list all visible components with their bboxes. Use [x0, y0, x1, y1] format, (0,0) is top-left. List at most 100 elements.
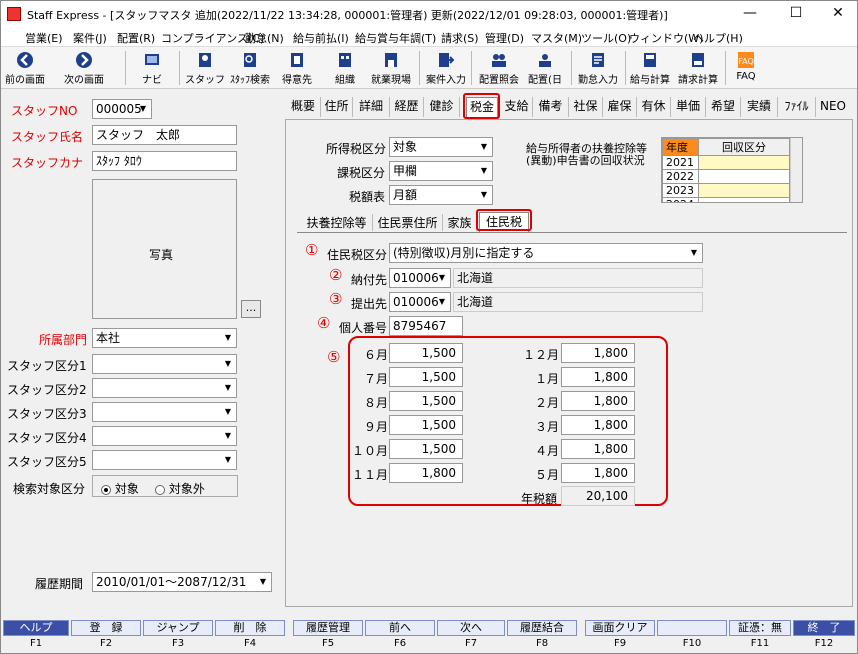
f9-clear-button[interactable]: 画面クリア: [585, 620, 655, 636]
tax-table-label: 税額表: [349, 190, 386, 204]
maximize-button[interactable]: ☐: [775, 1, 817, 27]
payroll-button[interactable]: 給与計算: [627, 49, 673, 87]
search-target-radio-on[interactable]: 対象: [101, 480, 139, 497]
tab-jusho[interactable]: 住所: [321, 97, 353, 117]
navi-button[interactable]: ナビ: [133, 49, 171, 87]
f8-merge-button[interactable]: 履歴結合: [507, 620, 577, 636]
tab-keireki[interactable]: 経歴: [390, 97, 424, 117]
month-amount-input[interactable]: 1,800: [561, 367, 635, 387]
f10-button[interactable]: [657, 620, 727, 636]
photo-browse-button[interactable]: ...: [241, 300, 261, 318]
subtab-kazoku[interactable]: 家族: [443, 214, 477, 231]
staff-button[interactable]: スタッフ: [185, 49, 225, 87]
month-amount-input[interactable]: 1,800: [561, 463, 635, 483]
next-screen-button[interactable]: 次の画面: [59, 49, 109, 87]
subtab-juminhyo[interactable]: 住民票住所: [373, 214, 443, 231]
f11-evidence-button[interactable]: 証憑：無: [729, 620, 791, 636]
staff-kubun2-select[interactable]: ▼: [92, 378, 237, 398]
f4-delete-button[interactable]: 削 除: [215, 620, 285, 636]
menu-kanri[interactable]: 管理(D): [485, 30, 524, 46]
tax-class-select[interactable]: 甲欄 ▼: [389, 161, 493, 181]
month-amount-input[interactable]: 1,800: [561, 439, 635, 459]
assign-view-button[interactable]: 配置照会: [475, 49, 523, 87]
menu-master[interactable]: マスタ(M): [531, 30, 582, 46]
mynumber-input[interactable]: 8795467: [389, 316, 463, 336]
staff-kubun1-select[interactable]: ▼: [92, 354, 237, 374]
dept-select[interactable]: 本社 ▼: [92, 328, 237, 348]
staff-no-select[interactable]: 000005 ▼: [92, 99, 152, 119]
tab-kibo[interactable]: 希望: [706, 97, 741, 117]
staff-kubun5-select[interactable]: ▼: [92, 450, 237, 470]
menu-haichi[interactable]: 配置(R): [117, 30, 155, 46]
f2-register-button[interactable]: 登 録: [71, 620, 141, 636]
juminzei-kubun-select[interactable]: (特別徴収)月別に指定する ▼: [389, 243, 703, 263]
f6-prev-button[interactable]: 前へ: [365, 620, 435, 636]
tab-kenshin[interactable]: 健診: [424, 97, 460, 117]
staff-kubun4-select[interactable]: ▼: [92, 426, 237, 446]
f1-help-button[interactable]: ヘルプ: [3, 620, 69, 636]
month-amount-input[interactable]: 1,800: [561, 391, 635, 411]
table-row[interactable]: 2021: [662, 155, 790, 170]
submit-label: 提出先: [351, 297, 388, 311]
tab-tanka[interactable]: 単価: [671, 97, 706, 117]
menu-seikyu[interactable]: 請求(S): [441, 30, 479, 46]
prev-screen-button[interactable]: 前の画面: [3, 49, 47, 87]
staff-name-label: スタッフ氏名: [11, 130, 84, 144]
org-button[interactable]: 組織: [327, 49, 363, 87]
minimize-button[interactable]: —: [729, 1, 771, 27]
attendance-button[interactable]: 勤怠入力: [575, 49, 621, 87]
close-button[interactable]: ✕: [817, 1, 858, 27]
tab-shikyu[interactable]: 支給: [501, 97, 533, 117]
menu-eigyo[interactable]: 営業(E): [25, 30, 63, 46]
menu-anken[interactable]: 案件(J): [73, 30, 107, 46]
month-amount-input[interactable]: 1,800: [561, 343, 635, 363]
menu-tool[interactable]: ツール(O): [581, 30, 631, 46]
menu-help[interactable]: ヘルプ(H): [693, 30, 743, 46]
site-button[interactable]: 就業現場: [367, 49, 415, 87]
menu-maebarai[interactable]: 給与前払(I): [293, 30, 349, 46]
menu-kyuyo[interactable]: 給与賞与年調(T): [355, 30, 436, 46]
month-amount-input[interactable]: 1,500: [389, 343, 463, 363]
payee-code-select[interactable]: 010006 ▼: [389, 268, 451, 288]
submit-code-select[interactable]: 010006 ▼: [389, 292, 451, 312]
table-row[interactable]: 2023: [662, 183, 790, 198]
staff-kubun3-select[interactable]: ▼: [92, 402, 237, 422]
f7-next-button[interactable]: 次へ: [437, 620, 505, 636]
income-tax-kubun-select[interactable]: 対象 ▼: [389, 137, 493, 157]
month-amount-input[interactable]: 1,500: [389, 367, 463, 387]
tab-jisseki[interactable]: 実績: [741, 97, 778, 117]
month-amount-input[interactable]: 1,500: [389, 391, 463, 411]
f5-history-button[interactable]: 履歴管理: [293, 620, 363, 636]
staff-search-button[interactable]: ｽﾀｯﾌ検索: [227, 49, 273, 87]
assign-day-button[interactable]: 配置(日: [525, 49, 565, 87]
tax-table-select[interactable]: 月額 ▼: [389, 185, 493, 205]
tab-neo[interactable]: NEO: [816, 97, 850, 117]
tab-biko[interactable]: 備考: [533, 97, 569, 117]
tab-yukyu[interactable]: 有休: [637, 97, 671, 117]
month-amount-input[interactable]: 1,800: [389, 463, 463, 483]
month-amount-input[interactable]: 1,800: [561, 415, 635, 435]
faq-button[interactable]: FAQ FAQ: [729, 49, 763, 87]
f3-jump-button[interactable]: ジャンプ: [143, 620, 213, 636]
month-amount-input[interactable]: 1,500: [389, 439, 463, 459]
subtab-fuyo[interactable]: 扶養控除等: [301, 214, 373, 231]
staff-name-input[interactable]: スタッフ 太郎: [92, 125, 237, 145]
tab-gaiyo[interactable]: 概要: [286, 97, 321, 117]
search-target-radio-off[interactable]: 対象外: [155, 480, 205, 497]
month-amount-input[interactable]: 1,500: [389, 415, 463, 435]
tab-koho[interactable]: 雇保: [603, 97, 637, 117]
tab-shosai[interactable]: 詳細: [353, 97, 390, 117]
billing-button[interactable]: 請求計算: [675, 49, 721, 87]
client-button[interactable]: 得意先: [277, 49, 317, 87]
tab-shaho[interactable]: 社保: [569, 97, 603, 117]
menu-bar: 営業(E) 案件(J) 配置(R) コンプライアンス(C) 勤怠(N) 給与前払…: [1, 27, 857, 47]
collect-table-scrollbar[interactable]: [790, 138, 802, 202]
job-entry-button[interactable]: 案件入力: [423, 49, 469, 87]
staff-kana-input[interactable]: ｽﾀｯﾌ ﾀﾛｳ: [92, 151, 237, 171]
table-row[interactable]: 2024: [662, 197, 790, 202]
f12-exit-button[interactable]: 終 了: [793, 620, 855, 636]
history-period-select[interactable]: 2010/01/01～2087/12/31 ▼: [92, 572, 272, 592]
tab-file[interactable]: ﾌｧｲﾙ: [778, 97, 816, 117]
table-row[interactable]: 2022: [662, 169, 790, 184]
menu-kintai[interactable]: 勤怠(N): [245, 30, 284, 46]
